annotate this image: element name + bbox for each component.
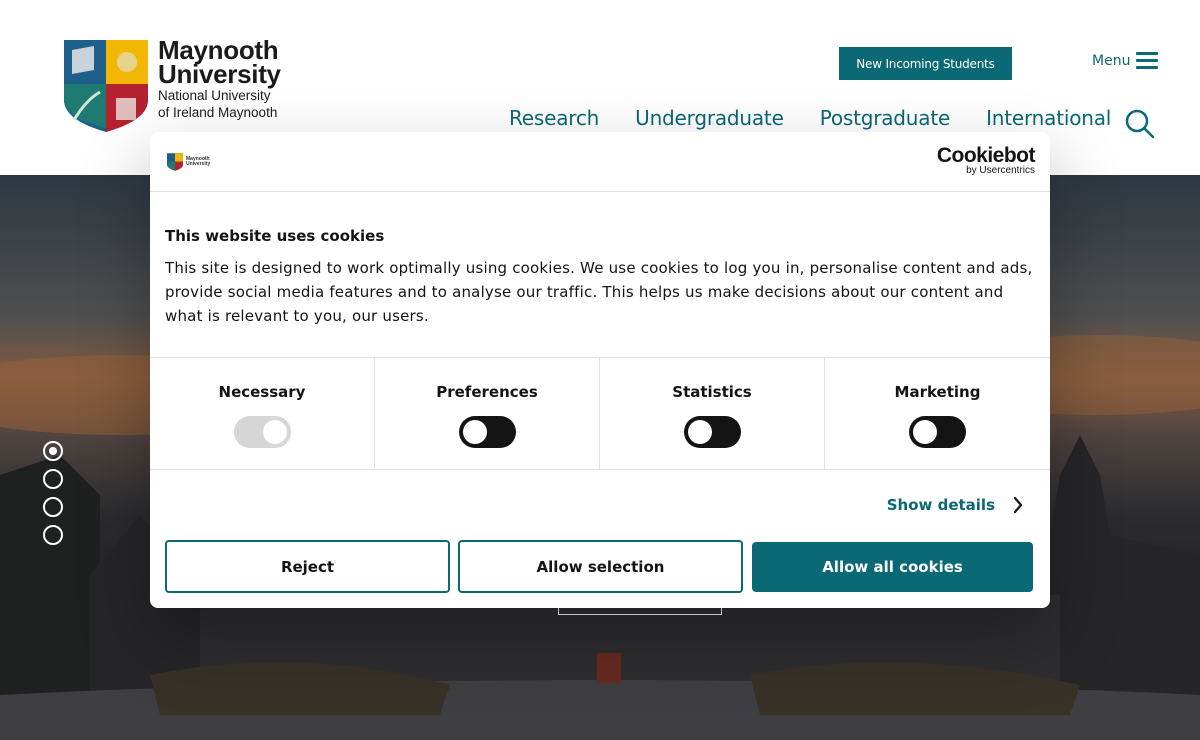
marketing-toggle[interactable] xyxy=(909,416,966,448)
slide-dot-3[interactable] xyxy=(43,497,63,517)
category-label: Necessary xyxy=(218,383,306,401)
dialog-body: This site is designed to work optimally … xyxy=(165,259,1033,325)
dialog-site-logo: Maynooth University xyxy=(167,153,210,171)
reject-button[interactable]: Reject xyxy=(165,540,450,593)
menu-label: Menu xyxy=(1092,52,1131,69)
new-incoming-students-button[interactable]: New Incoming Students xyxy=(839,47,1012,80)
category-label: Marketing xyxy=(894,383,981,401)
menu-button[interactable]: Menu xyxy=(1092,52,1159,69)
category-statistics: Statistics xyxy=(600,358,825,469)
slide-dot-2[interactable] xyxy=(43,469,63,489)
slide-dot-1[interactable] xyxy=(43,441,63,461)
category-necessary: Necessary xyxy=(150,358,375,469)
show-details-link[interactable]: Show details xyxy=(887,496,995,514)
mini-logo-line2: University xyxy=(186,161,211,167)
slide-indicators xyxy=(43,441,63,553)
cookie-categories: Necessary Preferences Statistics Marketi… xyxy=(150,357,1050,470)
logo-name-line2: University xyxy=(158,59,281,89)
dialog-header: Maynooth University Cookiebot by Usercen… xyxy=(150,132,1050,192)
main-nav: Research Undergraduate Postgraduate Inte… xyxy=(509,106,1147,130)
allow-all-cookies-button[interactable]: Allow all cookies xyxy=(752,542,1033,592)
cookiebot-by: by Usercentrics xyxy=(966,165,1035,176)
category-label: Statistics xyxy=(672,383,752,401)
nav-item-international[interactable]: International xyxy=(986,106,1111,130)
cookiebot-logo[interactable]: Cookiebot by Usercentrics xyxy=(936,144,1036,176)
nav-item-undergraduate[interactable]: Undergraduate xyxy=(635,106,784,130)
chevron-right-icon[interactable] xyxy=(1013,496,1023,514)
crest-small-icon xyxy=(167,153,183,171)
crest-icon xyxy=(64,40,148,132)
cookiebot-name: Cookiebot xyxy=(936,144,1036,167)
logo-sub-line2: of Ireland Maynooth xyxy=(158,105,278,120)
dialog-title: This website uses cookies xyxy=(165,227,385,245)
cookie-consent-dialog: Maynooth University Cookiebot by Usercen… xyxy=(150,132,1050,608)
category-marketing: Marketing xyxy=(825,358,1050,469)
search-icon[interactable] xyxy=(1125,109,1155,139)
nav-item-research[interactable]: Research xyxy=(509,106,599,130)
slide-dot-4[interactable] xyxy=(43,525,63,545)
logo-sub-line1: National University xyxy=(158,88,271,103)
necessary-toggle xyxy=(234,416,291,448)
preferences-toggle[interactable] xyxy=(459,416,516,448)
university-logo[interactable]: Maynooth University National University … xyxy=(64,37,281,132)
nav-item-postgraduate[interactable]: Postgraduate xyxy=(820,106,951,130)
category-label: Preferences xyxy=(436,383,538,401)
allow-selection-button[interactable]: Allow selection xyxy=(458,540,743,593)
statistics-toggle[interactable] xyxy=(684,416,741,448)
category-preferences: Preferences xyxy=(375,358,600,469)
hamburger-icon xyxy=(1136,52,1159,69)
